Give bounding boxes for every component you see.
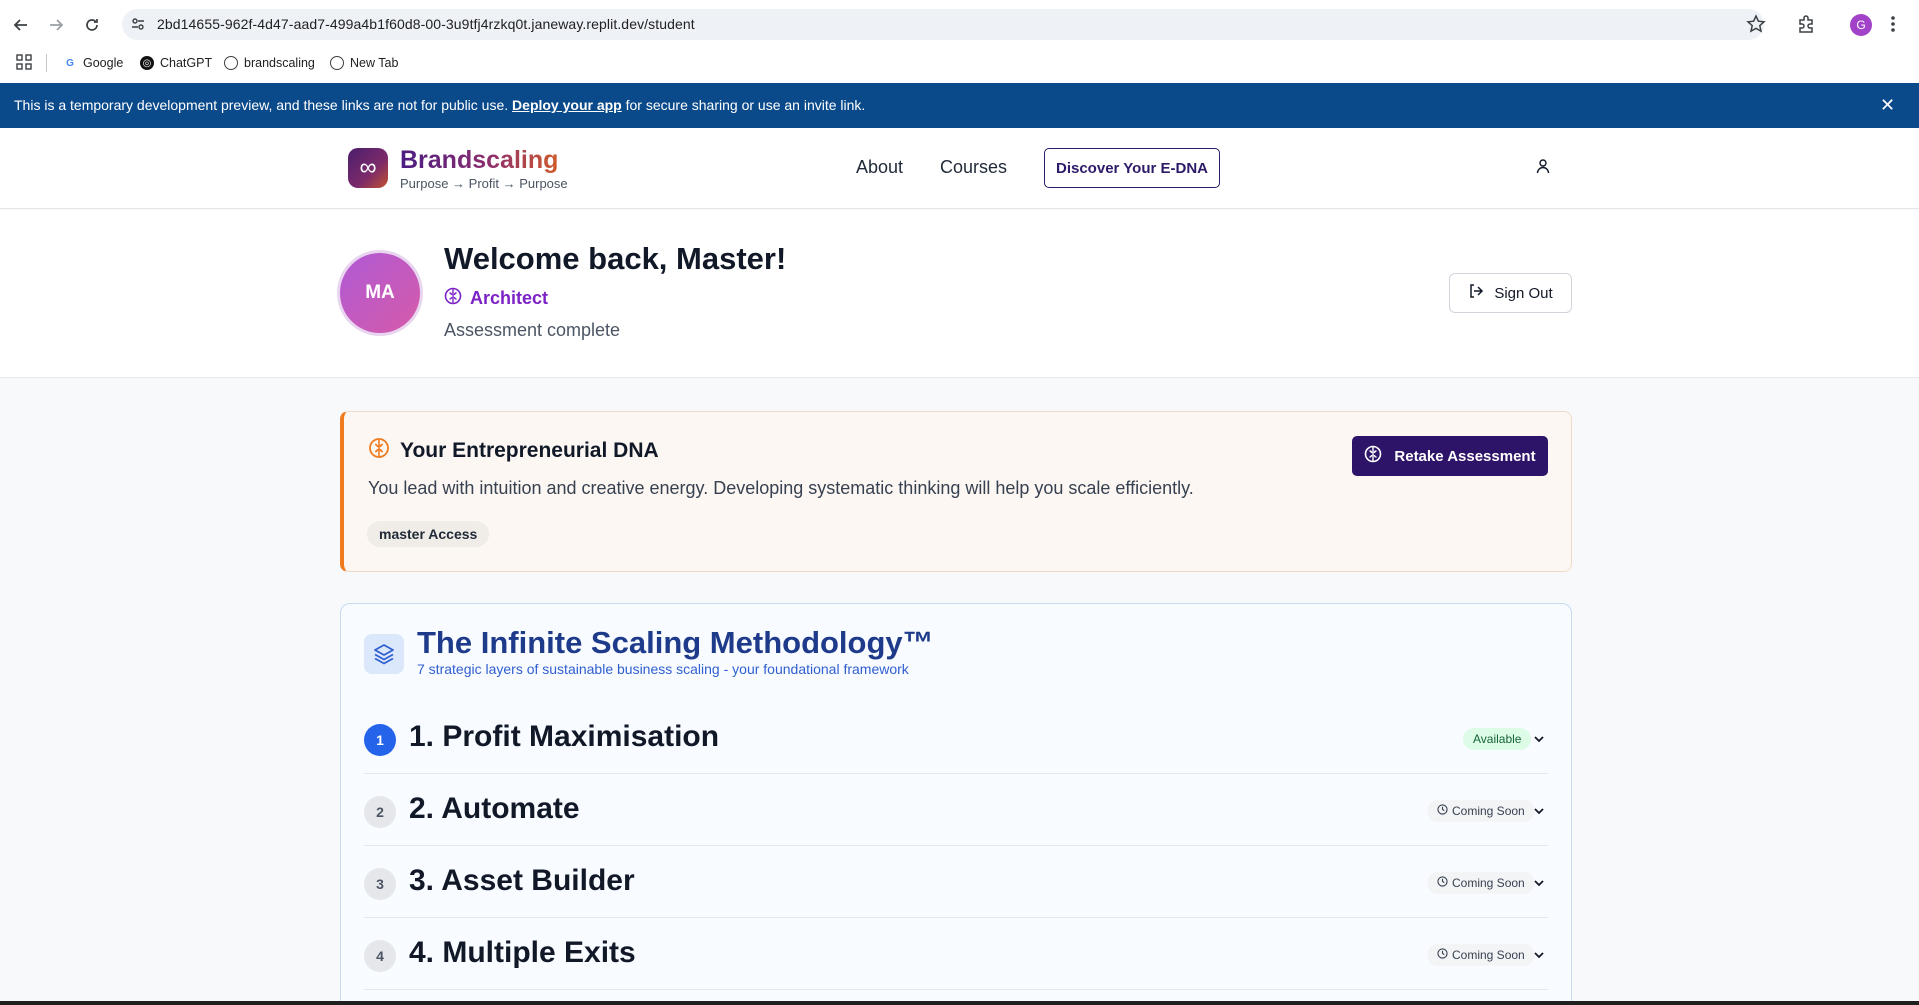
- reload-icon[interactable]: [79, 12, 105, 38]
- retake-assessment-button[interactable]: Retake Assessment: [1352, 436, 1548, 476]
- bookmark-label: New Tab: [350, 56, 399, 70]
- avatar: MA: [337, 250, 423, 336]
- brand-name[interactable]: Brandscaling: [400, 146, 558, 175]
- methodology-subtitle: 7 strategic layers of sustainable busine…: [417, 661, 909, 677]
- globe-icon: [330, 56, 344, 70]
- edna-description: You lead with intuition and creative ene…: [368, 478, 1194, 498]
- chatgpt-icon: ◎: [140, 56, 154, 70]
- close-icon[interactable]: ✕: [1880, 95, 1895, 116]
- sign-out-label: Sign Out: [1494, 284, 1553, 302]
- deploy-link[interactable]: Deploy your app: [512, 97, 622, 113]
- bookmark-google[interactable]: G Google: [63, 53, 123, 73]
- nav-courses[interactable]: Courses: [940, 157, 1007, 178]
- layers-icon: [364, 634, 404, 674]
- clock-icon: [1437, 876, 1448, 890]
- url-text[interactable]: 2bd14655-962f-4d47-aad7-499a4b1f60d8-00-…: [157, 16, 695, 32]
- status-badge: Coming Soon: [1427, 872, 1535, 894]
- chevron-down-icon[interactable]: [1533, 732, 1545, 750]
- bookmarks-separator: [46, 54, 47, 72]
- status-badge: Available: [1463, 728, 1532, 750]
- welcome-section: [0, 210, 1919, 378]
- layer-number: 1: [364, 724, 396, 756]
- banner-text: This is a temporary development preview,…: [14, 97, 866, 113]
- brain-icon: [1364, 445, 1382, 467]
- chevron-down-icon[interactable]: [1533, 876, 1545, 894]
- chevron-down-icon[interactable]: [1533, 948, 1545, 966]
- globe-icon: [224, 56, 238, 70]
- status-badge: Coming Soon: [1427, 944, 1535, 966]
- forward-icon[interactable]: [43, 12, 69, 38]
- site-info-icon[interactable]: [130, 16, 146, 32]
- user-icon[interactable]: [1535, 158, 1551, 179]
- clock-icon: [1437, 804, 1448, 818]
- bookmark-brandscaling[interactable]: brandscaling: [224, 53, 315, 73]
- nav-about[interactable]: About: [856, 157, 903, 178]
- edna-card-title: Your Entrepreneurial DNA: [400, 439, 659, 462]
- brain-icon: [368, 437, 390, 465]
- logout-icon: [1468, 283, 1484, 303]
- layer-row[interactable]: 2 2. Automate Coming Soon: [364, 774, 1548, 846]
- bookmark-label: ChatGPT: [160, 56, 213, 70]
- layer-row[interactable]: 4 4. Multiple Exits Coming Soon: [364, 918, 1548, 990]
- edna-card-header: Your Entrepreneurial DNA: [368, 437, 659, 465]
- edna-type: Architect: [444, 287, 548, 310]
- layer-title: 2. Automate: [409, 792, 580, 825]
- taskbar-edge: [0, 1001, 1919, 1005]
- layer-title: 3. Asset Builder: [409, 864, 635, 897]
- sign-out-button[interactable]: Sign Out: [1449, 273, 1572, 313]
- retake-label: Retake Assessment: [1394, 447, 1536, 465]
- page-title: Welcome back, Master!: [444, 241, 787, 276]
- methodology-title: The Infinite Scaling Methodology™: [417, 625, 934, 660]
- edna-type-label: Architect: [470, 288, 549, 308]
- layer-number: 4: [364, 940, 396, 972]
- bookmark-new-tab[interactable]: New Tab: [330, 53, 398, 73]
- chevron-down-icon[interactable]: [1533, 804, 1545, 822]
- bookmark-label: Google: [83, 56, 124, 70]
- bookmark-label: brandscaling: [244, 56, 315, 70]
- logo-icon[interactable]: ∞: [348, 148, 388, 188]
- discover-edna-button[interactable]: Discover Your E-DNA: [1044, 148, 1220, 188]
- bookmark-star-icon[interactable]: [1746, 14, 1766, 39]
- bookmark-chatgpt[interactable]: ◎ ChatGPT: [140, 53, 212, 73]
- extensions-icon[interactable]: [1796, 14, 1816, 39]
- assessment-status: Assessment complete: [444, 320, 621, 340]
- status-badge: Coming Soon: [1427, 800, 1535, 822]
- layer-number: 3: [364, 868, 396, 900]
- dev-preview-banner: This is a temporary development preview,…: [0, 83, 1919, 128]
- google-icon: G: [66, 57, 74, 69]
- profile-avatar[interactable]: G: [1850, 14, 1872, 36]
- layer-row[interactable]: 3 3. Asset Builder Coming Soon: [364, 846, 1548, 918]
- clock-icon: [1437, 948, 1448, 962]
- back-icon[interactable]: [8, 12, 34, 38]
- layer-title: 1. Profit Maximisation: [409, 720, 720, 753]
- brand-tagline: Purpose → Profit → Purpose: [400, 176, 568, 191]
- layer-title: 4. Multiple Exits: [409, 936, 636, 969]
- layer-row[interactable]: 1 1. Profit Maximisation Available: [364, 702, 1548, 774]
- access-badge: master Access: [367, 521, 490, 547]
- brain-icon: [444, 287, 462, 310]
- apps-grid-icon[interactable]: [16, 54, 32, 75]
- layer-number: 2: [364, 796, 396, 828]
- more-menu-icon[interactable]: [1890, 14, 1896, 39]
